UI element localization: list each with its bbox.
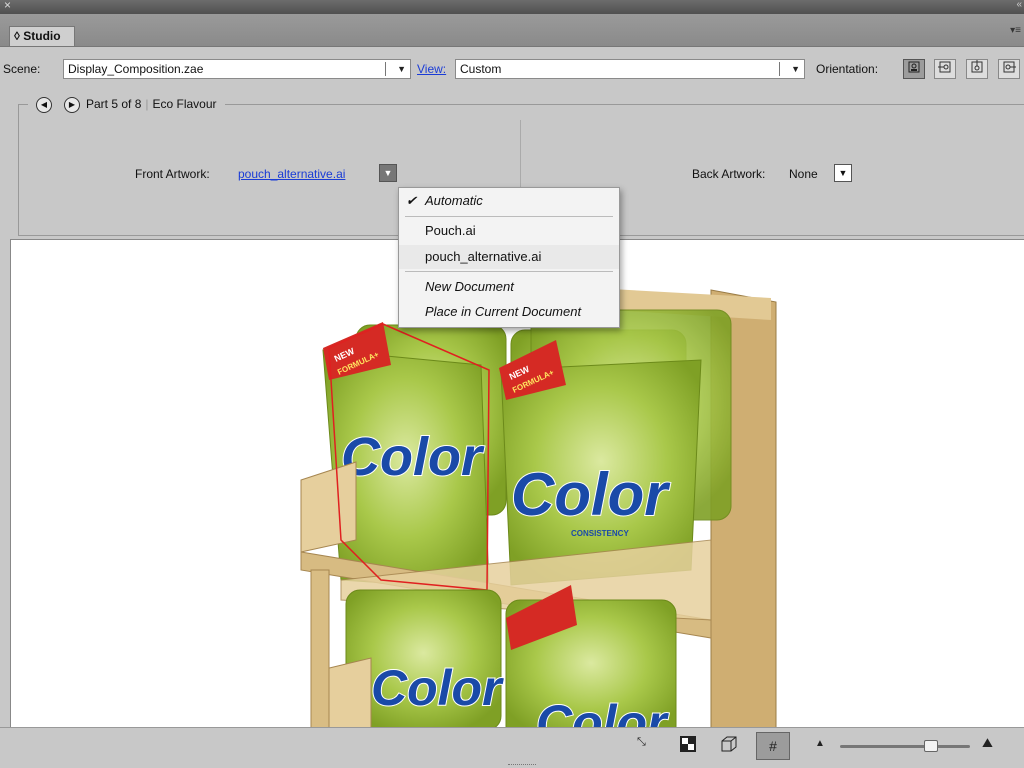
back-artwork-dropdown[interactable]: ▼ <box>834 164 852 182</box>
orientation-side-icon[interactable] <box>934 59 956 79</box>
orientation-back-icon[interactable] <box>998 59 1020 79</box>
menu-separator <box>405 271 613 272</box>
menu-item-label: pouch_alternative.ai <box>425 249 542 264</box>
chevron-down-icon: ▼ <box>397 64 406 74</box>
zoom-slider[interactable] <box>840 740 970 752</box>
cube-icon[interactable] <box>720 736 738 755</box>
tagline-text: CONSISTENCY <box>571 529 629 538</box>
scene-label: Scene: <box>3 62 41 76</box>
menu-item-label: Pouch.ai <box>425 223 476 238</box>
zoom-out-icon[interactable]: ▲ <box>815 738 825 749</box>
menu-item-label: Automatic <box>425 193 483 208</box>
close-icon[interactable]: × <box>4 0 11 12</box>
front-artwork-menu: ✔ Automatic Pouch.ai pouch_alternative.ai… <box>398 187 620 328</box>
zoom-in-icon[interactable]: ⛰ <box>982 735 993 751</box>
menu-item-pouch[interactable]: Pouch.ai <box>399 219 619 243</box>
resize-grip[interactable] <box>508 764 536 768</box>
back-artwork-value: None <box>789 167 818 181</box>
dropdown-separator <box>385 62 386 76</box>
view-dropdown[interactable]: Custom ▼ <box>455 59 805 79</box>
view-link[interactable]: View: <box>417 62 446 76</box>
panel-menu-icon[interactable]: ▾≡ <box>1010 25 1021 36</box>
front-artwork-dropdown[interactable]: ▼ <box>379 164 397 182</box>
part-counter: Part 5 of 8 <box>86 97 142 111</box>
scene-dropdown[interactable]: Display_Composition.zae ▼ <box>63 59 411 79</box>
part-name: Eco Flavour <box>152 97 217 111</box>
brand-logo: Color <box>341 427 485 487</box>
checker-icon[interactable] <box>680 736 696 755</box>
menu-item-place-in-current-document[interactable]: Place in Current Document <box>399 300 619 324</box>
fit-view-icon[interactable]: ⤡ <box>637 736 646 749</box>
grid-icon[interactable]: # <box>756 732 790 760</box>
panel-titlebar: × « <box>0 0 1024 14</box>
back-artwork-label: Back Artwork: <box>692 167 766 181</box>
brand-logo: Color <box>371 660 504 716</box>
menu-item-new-document[interactable]: New Document <box>399 275 619 299</box>
zoom-slider-knob[interactable] <box>924 740 938 752</box>
collapse-icon[interactable]: « <box>1016 0 1022 10</box>
chevron-down-icon: ▼ <box>383 168 393 178</box>
scene-value: Display_Composition.zae <box>68 62 204 76</box>
view-value: Custom <box>460 62 502 76</box>
menu-item-label: Place in Current Document <box>425 304 582 319</box>
next-part-icon[interactable]: ▶ <box>64 96 80 113</box>
chevron-down-icon: ▼ <box>791 64 800 74</box>
part-divider: | <box>145 97 149 111</box>
brand-logo: Color <box>536 695 669 728</box>
checkmark-icon: ✔ <box>406 193 417 208</box>
menu-separator <box>405 216 613 217</box>
menu-item-pouch-alternative[interactable]: pouch_alternative.ai <box>399 245 619 269</box>
orientation-label: Orientation: <box>816 62 879 76</box>
menu-item-automatic[interactable]: ✔ Automatic <box>399 189 619 213</box>
panel-tab-row: ◊ Studio ▾≡ <box>0 14 1024 47</box>
orientation-top-icon[interactable] <box>966 59 988 79</box>
chevron-down-icon: ▼ <box>838 168 848 178</box>
front-artwork-link[interactable]: pouch_alternative.ai <box>238 167 345 181</box>
dropdown-separator <box>779 62 780 76</box>
part-navigator: ◀ ▶ Part 5 of 8 | Eco Flavour <box>28 94 225 114</box>
previous-part-icon[interactable]: ◀ <box>36 96 52 113</box>
orientation-front-icon[interactable] <box>903 59 925 79</box>
pouch-row-lower: Color Color <box>345 585 677 728</box>
viewport-toolbar: ⤡ # ▲ ⛰ <box>0 727 1024 768</box>
front-artwork-label: Front Artwork: <box>135 167 210 181</box>
tab-studio[interactable]: ◊ Studio <box>9 26 75 46</box>
brand-logo: Color <box>511 461 671 528</box>
menu-item-label: New Document <box>425 279 514 294</box>
